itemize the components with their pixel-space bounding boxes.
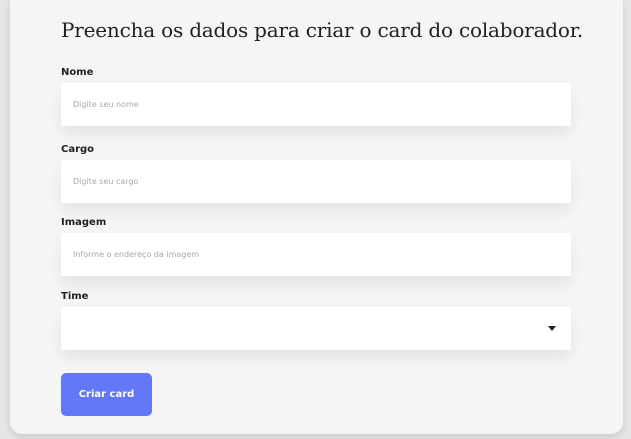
form-title: Preencha os dados para criar o card do c… [61,18,584,42]
caret-down-icon [548,326,556,331]
image-url-input[interactable] [61,233,571,276]
team-label: Time [61,291,89,302]
name-input[interactable] [61,83,571,126]
form-card: Preencha os dados para criar o card do c… [10,0,623,434]
role-label: Cargo [61,144,95,155]
create-card-button[interactable]: Criar card [61,373,152,416]
role-input[interactable] [61,160,571,203]
image-label: Imagem [61,217,107,228]
team-select[interactable] [61,307,571,350]
name-label: Nome [61,67,94,78]
